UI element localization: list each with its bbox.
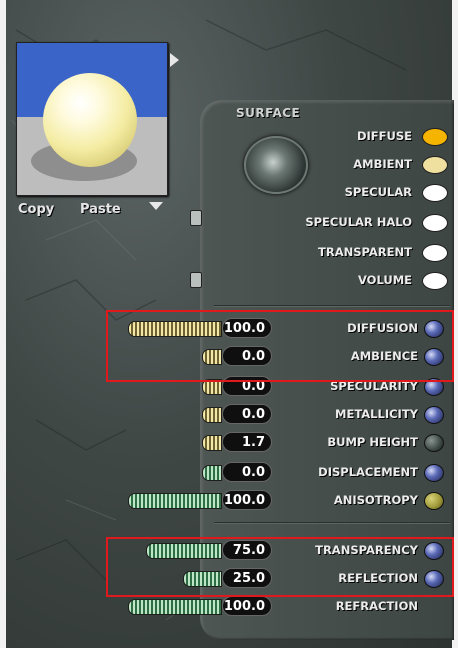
channel-specular-button[interactable]: SPECULAR bbox=[345, 182, 412, 202]
parameter-label-bump-height: BUMP HEIGHT bbox=[327, 435, 418, 449]
parameter-label-anisotropy: ANISOTROPY bbox=[333, 493, 418, 507]
channel-color-swatch[interactable] bbox=[422, 156, 448, 174]
channel-ambient-button[interactable]: AMBIENT bbox=[353, 154, 412, 174]
channel-color-swatch[interactable] bbox=[422, 214, 448, 232]
surface-title: SURFACE bbox=[236, 106, 301, 120]
parameter-label-displacement: DISPLACEMENT bbox=[318, 465, 418, 479]
surface-globe-icon[interactable] bbox=[244, 136, 308, 194]
channel-color-swatch[interactable] bbox=[422, 184, 448, 202]
parameter-slider[interactable] bbox=[202, 465, 222, 481]
channel-specular-halo-button[interactable]: SPECULAR HALO bbox=[305, 212, 412, 232]
parameter-texture-knob-icon[interactable] bbox=[424, 464, 444, 482]
volume-plug-icon[interactable] bbox=[190, 272, 202, 288]
parameter-value-field[interactable]: 0.0 bbox=[222, 404, 272, 424]
paste-dropdown-arrow-icon[interactable] bbox=[149, 202, 163, 210]
copy-button[interactable]: Copy bbox=[18, 202, 54, 217]
parameter-value-field[interactable]: 100.0 bbox=[222, 490, 272, 510]
specular-halo-plug-icon[interactable] bbox=[190, 210, 202, 226]
channel-color-swatch[interactable] bbox=[422, 128, 448, 146]
highlight-transparency-reflection bbox=[106, 537, 454, 597]
parameter-slider[interactable] bbox=[202, 407, 222, 423]
channel-color-swatch[interactable] bbox=[422, 272, 448, 290]
paste-button[interactable]: Paste bbox=[80, 202, 121, 217]
parameter-slider[interactable] bbox=[128, 599, 222, 615]
channel-volume-button[interactable]: VOLUME bbox=[358, 270, 412, 290]
parameter-value-field[interactable]: 100.0 bbox=[222, 596, 272, 616]
parameter-value-field[interactable]: 1.7 bbox=[222, 432, 272, 452]
highlight-diffusion-ambience bbox=[106, 310, 454, 382]
channel-color-swatch[interactable] bbox=[422, 244, 448, 262]
parameter-slider[interactable] bbox=[202, 435, 222, 451]
divider bbox=[214, 522, 450, 523]
parameter-slider[interactable] bbox=[128, 493, 222, 509]
divider bbox=[214, 305, 450, 306]
parameter-label-metallicity: METALLICITY bbox=[335, 407, 418, 421]
parameter-texture-knob-icon[interactable] bbox=[424, 406, 444, 424]
preview-options-arrow-icon[interactable] bbox=[170, 53, 179, 67]
parameter-texture-knob-icon[interactable] bbox=[424, 434, 444, 452]
material-preview[interactable] bbox=[16, 42, 168, 196]
channel-diffuse-button[interactable]: DIFFUSE bbox=[357, 126, 412, 146]
parameter-label-refraction: REFRACTION bbox=[335, 599, 418, 613]
parameter-value-field[interactable]: 0.0 bbox=[222, 462, 272, 482]
parameter-texture-knob-icon[interactable] bbox=[424, 492, 444, 510]
preview-sphere bbox=[43, 73, 137, 167]
channel-transparent-button[interactable]: TRANSPARENT bbox=[318, 242, 412, 262]
